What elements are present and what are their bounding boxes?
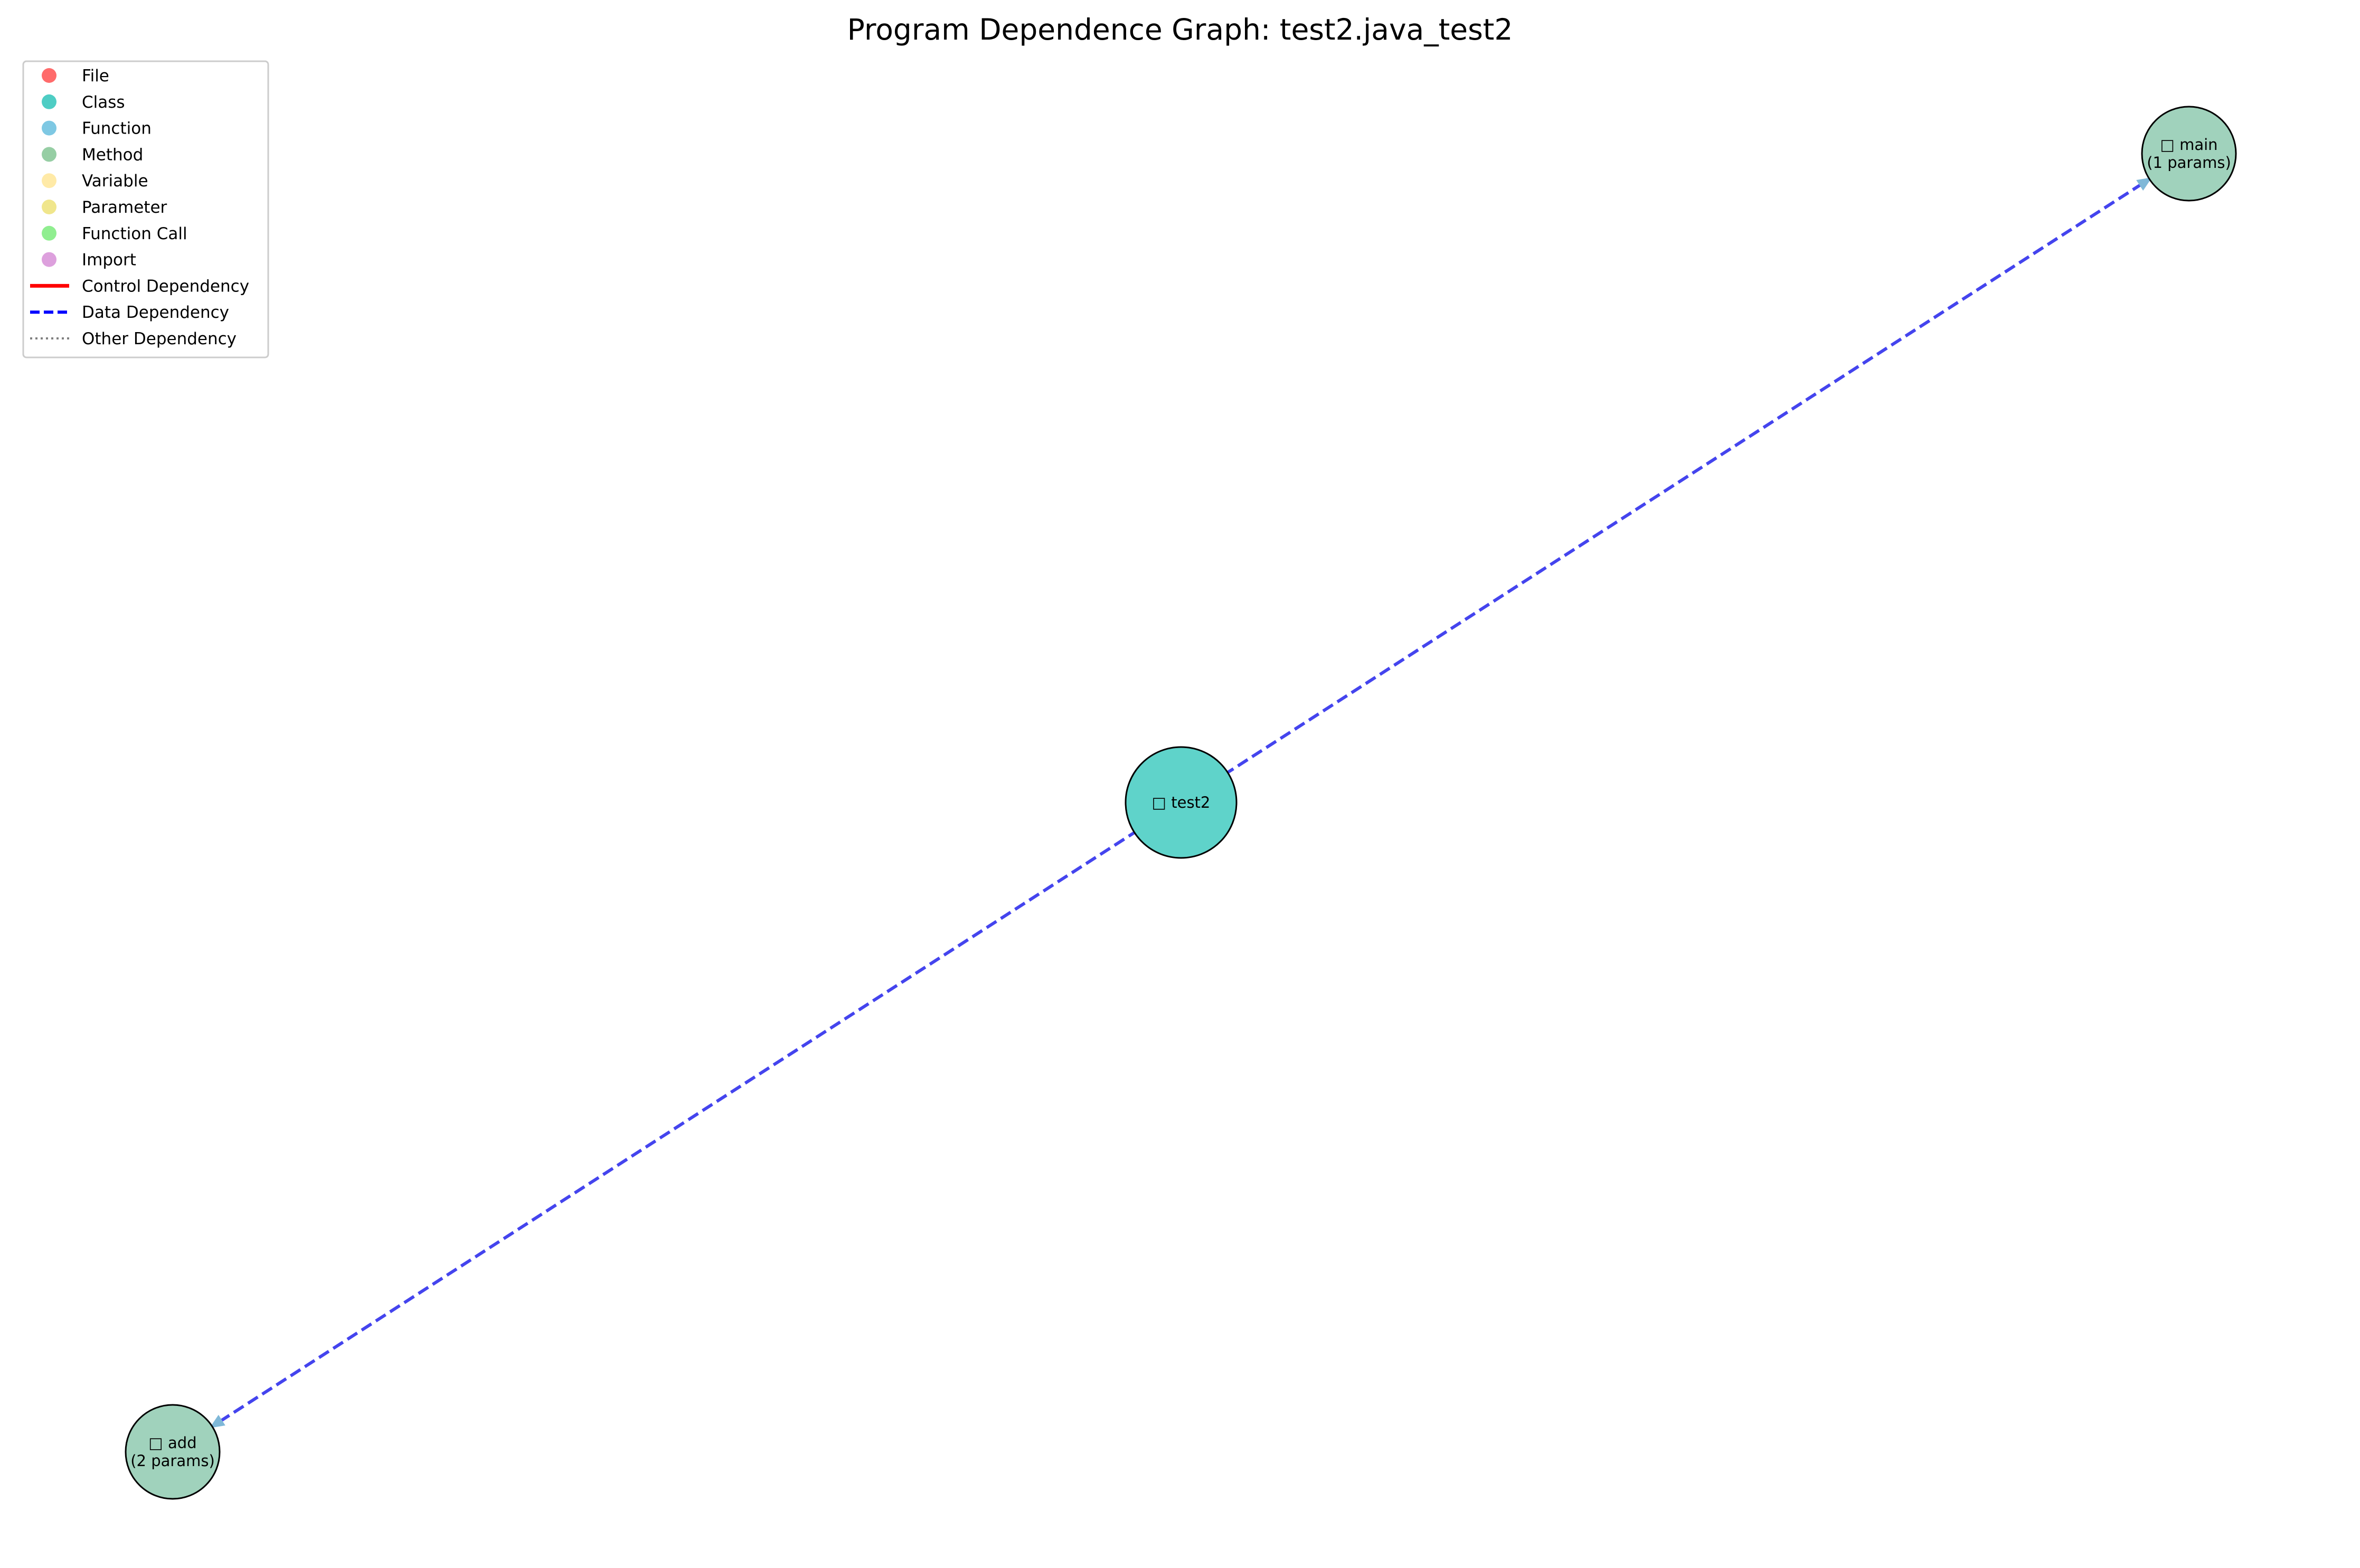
legend-label-5: Parameter <box>82 198 167 217</box>
legend-marker-5 <box>42 200 56 214</box>
node-label-main-line1: (1 params) <box>2147 154 2231 172</box>
legend-label-3: Method <box>82 145 143 164</box>
node-add[interactable]: □ add(2 params) <box>125 1404 221 1500</box>
node-label-add-line0: □ add <box>148 1434 196 1452</box>
node-label-test2-line0: □ test2 <box>1152 794 1211 811</box>
node-label-main-line0: □ main <box>2160 136 2217 154</box>
node-label-add-line1: (2 params) <box>130 1452 215 1470</box>
graph-title: Program Dependence Graph: test2.java_tes… <box>847 13 1513 46</box>
legend-marker-1 <box>42 94 56 109</box>
legend-marker-0 <box>42 68 56 83</box>
legend: File Class Function Method Variable Parameter… <box>22 60 269 358</box>
legend-label-10: Other Dependency <box>82 329 237 348</box>
legend-marker-6 <box>42 225 56 241</box>
legend-label-2: Function <box>82 119 152 138</box>
legend-marker-7 <box>42 252 56 267</box>
legend-marker-2 <box>42 120 56 136</box>
legend-label-7: Import <box>82 251 136 270</box>
legend-label-6: Function Call <box>82 224 187 243</box>
legend-label-0: File <box>82 67 109 86</box>
node-main[interactable]: □ main(1 params) <box>2141 106 2237 202</box>
legend-marker-4 <box>42 173 56 188</box>
legend-label-4: Variable <box>82 172 148 191</box>
dependence-graph-canvas: Program Dependence Graph: test2.java_tes… <box>0 0 2360 1568</box>
node-test2[interactable]: □ test2 <box>1125 746 1238 859</box>
legend-marker-3 <box>42 147 56 162</box>
legend-label-8: Control Dependency <box>82 277 249 296</box>
legend-label-9: Data Dependency <box>82 303 229 322</box>
legend-label-1: Class <box>82 93 125 112</box>
